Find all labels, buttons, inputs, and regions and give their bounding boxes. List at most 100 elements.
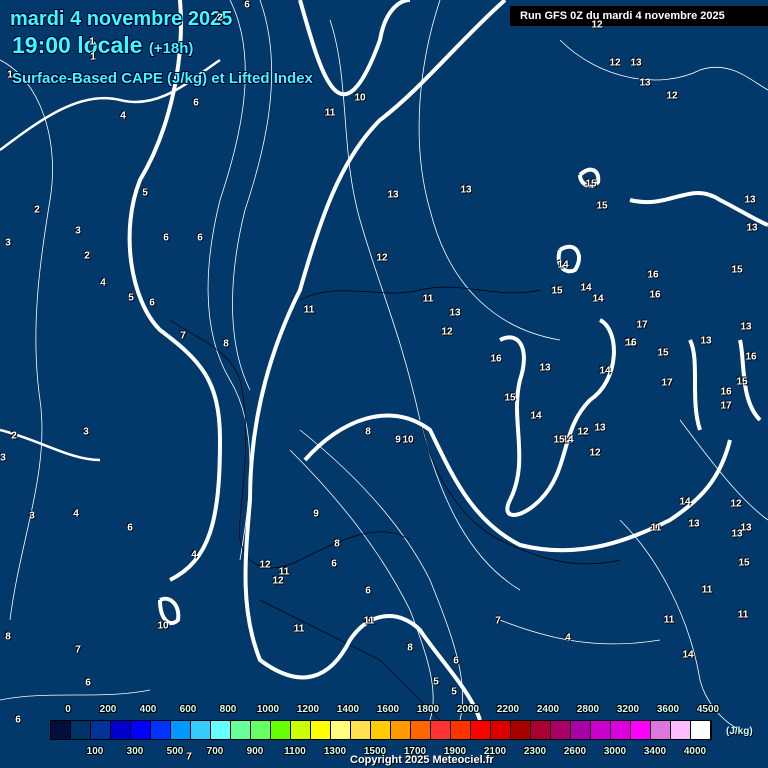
colorbar-cell xyxy=(371,721,391,739)
lifted-index-label: 13 xyxy=(387,189,399,201)
lifted-index-label: 2 xyxy=(84,250,90,262)
lifted-index-label: 2 xyxy=(34,204,40,216)
lifted-index-label: 16 xyxy=(490,353,502,365)
thick-contours xyxy=(127,0,768,721)
lifted-index-label: 3 xyxy=(0,452,6,464)
colorbar-cell xyxy=(271,721,291,739)
colorbar-top-label: 800 xyxy=(219,704,237,715)
lifted-index-label: 13 xyxy=(740,321,752,333)
lifted-index-label: 6 xyxy=(15,714,21,726)
colorbar-cell xyxy=(571,721,591,739)
colorbar-top-label: 1600 xyxy=(376,704,400,715)
colorbar-cell xyxy=(431,721,451,739)
lifted-index-label: 4 xyxy=(191,549,197,561)
lifted-index-label: 14 xyxy=(679,496,691,508)
lifted-index-label: 14 xyxy=(580,282,592,294)
lead-time: (+18h) xyxy=(148,40,194,57)
lifted-index-label: 3 xyxy=(83,426,89,438)
colorbar-cell xyxy=(251,721,271,739)
lifted-index-label: 15 xyxy=(551,285,563,297)
colorbar-unit: (J/kg) xyxy=(726,726,753,737)
lifted-index-label: 4 xyxy=(565,632,571,644)
lifted-index-label: 15 xyxy=(657,347,669,359)
colorbar-top-label: 2000 xyxy=(456,704,480,715)
colorbar-cell xyxy=(211,721,231,739)
thin-contours xyxy=(0,0,768,731)
lifted-index-label: 13 xyxy=(688,518,700,530)
colorbar-cell xyxy=(471,721,491,739)
lifted-index-label: 6 xyxy=(365,585,371,597)
lifted-index-label: 11 xyxy=(650,522,662,534)
colorbar-top-label: 200 xyxy=(99,704,117,715)
lifted-index-label: 5 xyxy=(128,292,134,304)
lifted-index-label: 3 xyxy=(5,237,11,249)
colorbar-cell xyxy=(191,721,211,739)
colorbar-cell xyxy=(551,721,571,739)
lifted-index-label: 13 xyxy=(460,184,472,196)
lifted-index-label: 8 xyxy=(334,538,340,550)
forecast-time: 19:00 locale (+18h) xyxy=(12,32,193,59)
lifted-index-label: 13 xyxy=(740,522,752,534)
lifted-index-label: 14 xyxy=(557,259,569,271)
colorbar xyxy=(50,720,712,740)
lifted-index-label: 17 xyxy=(636,319,648,331)
colorbar-cell xyxy=(231,721,251,739)
lifted-index-label: 13 xyxy=(746,222,758,234)
colorbar-cell xyxy=(111,721,131,739)
lifted-index-label: 6 xyxy=(193,97,199,109)
lifted-index-label: 4 xyxy=(120,110,126,122)
colorbar-cell xyxy=(691,721,711,739)
lifted-index-label: 7 xyxy=(180,330,186,342)
lifted-index-label: 8 xyxy=(223,338,229,350)
local-time: 19:00 locale xyxy=(12,32,143,58)
lifted-index-label: 13 xyxy=(639,77,651,89)
copyright: Copyright 2025 Meteociel.fr xyxy=(350,754,494,766)
lifted-index-label: 10 xyxy=(402,434,414,446)
lifted-index-label: 7 xyxy=(75,644,81,656)
lifted-index-label: 7 xyxy=(495,615,501,627)
colorbar-bottom-label: 3400 xyxy=(643,746,667,757)
colorbar-cell xyxy=(511,721,531,739)
colorbar-top-label: 1200 xyxy=(296,704,320,715)
lifted-index-label: 14 xyxy=(682,649,694,661)
colorbar-top-label: 4500 xyxy=(696,704,720,715)
lifted-index-label: 5 xyxy=(451,686,457,698)
colorbar-cell xyxy=(651,721,671,739)
colorbar-cell xyxy=(591,721,611,739)
lifted-index-label: 12 xyxy=(577,426,589,438)
colorbar-cell xyxy=(311,721,331,739)
lifted-index-label: 8 xyxy=(407,642,413,654)
lifted-index-label: 1 xyxy=(89,36,95,48)
colorbar-top-label: 400 xyxy=(139,704,157,715)
colorbar-cell xyxy=(491,721,511,739)
colorbar-bottom-label: 1100 xyxy=(284,746,306,757)
colorbar-top-label: 0 xyxy=(65,704,71,715)
run-label: Run GFS 0Z du mardi 4 novembre 2025 xyxy=(510,6,768,26)
colorbar-cell xyxy=(451,721,471,739)
lifted-index-label: 13 xyxy=(449,307,461,319)
colorbar-bottom-label: 2600 xyxy=(563,746,587,757)
colorbar-cell xyxy=(91,721,111,739)
lifted-index-label: 5 xyxy=(142,187,148,199)
lifted-index-label: 12 xyxy=(259,559,271,571)
lifted-index-label: 8 xyxy=(5,631,11,643)
colorbar-bottom-label: 700 xyxy=(206,746,224,757)
colorbar-bottom-label: 3000 xyxy=(603,746,627,757)
lifted-index-label: 12 xyxy=(376,252,388,264)
lifted-index-label: 6 xyxy=(163,232,169,244)
colorbar-bottom-label: 4000 xyxy=(683,746,707,757)
colorbar-cell xyxy=(411,721,431,739)
lifted-index-label: 6 xyxy=(85,677,91,689)
lifted-index-label: 15 xyxy=(731,264,743,276)
lifted-index-label: 9 xyxy=(395,434,401,446)
lifted-index-label: 16 xyxy=(649,289,661,301)
colorbar-bottom-label: 900 xyxy=(246,746,264,757)
lifted-index-label: 6 xyxy=(244,0,250,11)
cape-map xyxy=(0,0,768,731)
lifted-index-label: 3 xyxy=(29,510,35,522)
colorbar-top-label: 3600 xyxy=(656,704,680,715)
lifted-index-label: 6 xyxy=(127,522,133,534)
colorbar-top-label: 3200 xyxy=(616,704,640,715)
lifted-index-label: 11 xyxy=(303,304,315,316)
colorbar-cell xyxy=(291,721,311,739)
